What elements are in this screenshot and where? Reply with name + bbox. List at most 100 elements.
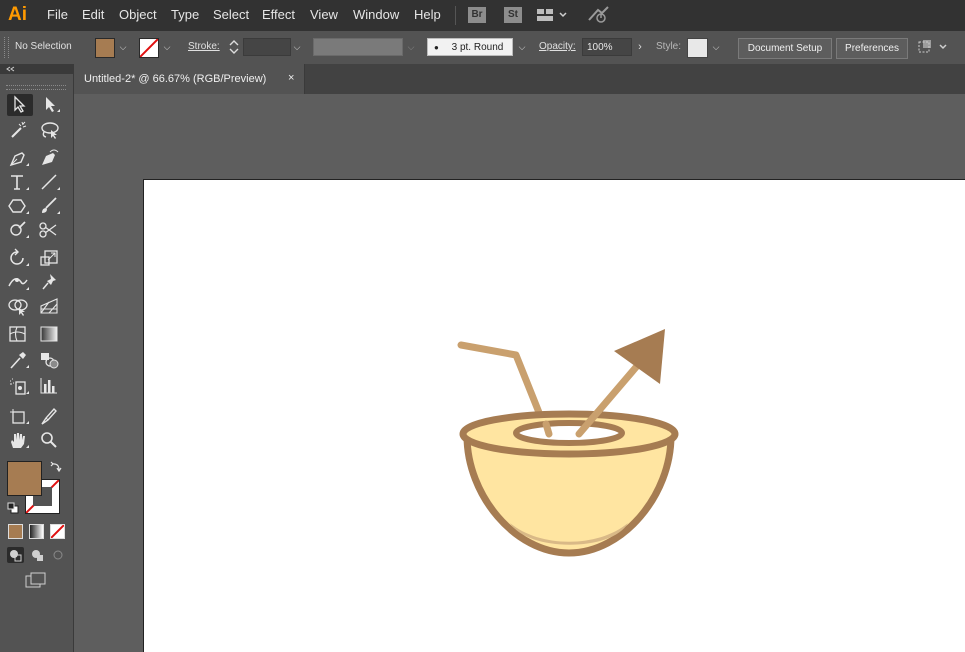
graphic-style-swatch[interactable]	[687, 38, 708, 58]
draw-behind-button[interactable]	[29, 547, 46, 563]
width-tool[interactable]	[7, 272, 33, 294]
magic-wand-tool-icon	[11, 121, 27, 138]
opacity-chevron-right-icon[interactable]: ›	[634, 39, 646, 55]
paintbrush-tool-icon	[42, 197, 60, 214]
screen-mode-button[interactable]	[24, 571, 48, 592]
paintbrush-tool[interactable]	[38, 196, 64, 218]
default-fill-stroke-icon[interactable]	[7, 502, 19, 517]
screen-mode-icon	[25, 572, 46, 588]
curvature-tool[interactable]	[38, 148, 64, 170]
opacity-field[interactable]: 100%	[582, 38, 632, 56]
width-tool-icon	[8, 278, 29, 290]
document-setup-button[interactable]: Document Setup	[738, 38, 832, 59]
shaper-tool[interactable]	[7, 220, 33, 242]
menu-type[interactable]: Type	[171, 7, 199, 22]
stroke-label[interactable]: Stroke:	[188, 41, 220, 52]
lasso-tool[interactable]	[38, 120, 64, 142]
app-logo: Ai	[8, 4, 27, 25]
profile-chevron-down-icon[interactable]: ⌵	[405, 39, 417, 55]
stroke-weight-stepper[interactable]	[228, 38, 240, 56]
line-segment-tool[interactable]	[38, 172, 64, 194]
arrange-documents-icon[interactable]	[916, 38, 952, 59]
hand-tool-icon	[11, 433, 29, 448]
stroke-weight-field[interactable]	[243, 38, 291, 56]
direct-selection-tool[interactable]	[38, 94, 64, 116]
gpu-performance-icon[interactable]	[588, 6, 610, 27]
close-icon[interactable]: ×	[288, 72, 294, 84]
line-segment-tool-icon	[41, 174, 60, 190]
control-bar: No Selection ⌵ ⌵ Stroke: ⌵ ⌵ ● 3 pt. Rou…	[0, 31, 965, 65]
eyedropper-tool[interactable]	[7, 350, 33, 372]
tools-gripper[interactable]	[6, 85, 66, 90]
scale-tool[interactable]	[38, 248, 64, 270]
gradient-tool-icon	[40, 326, 58, 342]
draw-normal-icon	[10, 550, 22, 562]
draw-inside-button[interactable]	[50, 547, 67, 563]
gradient-tool[interactable]	[38, 324, 64, 346]
document-tab[interactable]: Untitled-2* @ 66.67% (RGB/Preview) ×	[74, 64, 305, 94]
tools-panel	[0, 64, 74, 652]
collapse-panel-icon[interactable]	[4, 64, 18, 74]
bridge-icon[interactable]: Br	[468, 7, 486, 23]
selection-tool[interactable]	[7, 94, 33, 116]
menu-view[interactable]: View	[310, 7, 338, 22]
style-chevron-down-icon[interactable]: ⌵	[710, 39, 722, 55]
gradient-mode-button[interactable]	[29, 524, 44, 539]
draw-normal-button[interactable]	[7, 547, 24, 563]
artboard-tool[interactable]	[7, 406, 33, 428]
fill-chevron-down-icon[interactable]: ⌵	[117, 39, 129, 55]
blend-tool[interactable]	[38, 350, 64, 372]
none-mode-button[interactable]	[50, 524, 65, 539]
menu-file[interactable]: File	[47, 7, 68, 22]
column-graph-tool[interactable]	[38, 376, 64, 398]
lasso-tool-icon	[41, 122, 59, 139]
shape-tool[interactable]	[7, 196, 33, 218]
opacity-label[interactable]: Opacity:	[539, 41, 576, 52]
magic-wand-tool[interactable]	[7, 120, 33, 142]
brush-definition-field[interactable]: ● 3 pt. Round	[427, 38, 513, 56]
shaper-tool-icon	[10, 221, 29, 238]
brush-chevron-down-icon[interactable]: ⌵	[516, 39, 528, 55]
type-tool[interactable]	[7, 172, 33, 194]
no-color-icon	[140, 39, 158, 57]
symbol-sprayer-tool[interactable]	[7, 376, 33, 398]
menu-effect[interactable]: Effect	[262, 7, 295, 22]
menu-help[interactable]: Help	[414, 7, 441, 22]
scissors-tool[interactable]	[38, 220, 64, 242]
coconut-opening[interactable]	[513, 420, 625, 446]
stroke-weight-chevron-down-icon[interactable]: ⌵	[291, 39, 303, 55]
arrow-head[interactable]	[614, 329, 665, 384]
menu-window[interactable]: Window	[353, 7, 399, 22]
shape-builder-tool[interactable]	[7, 296, 33, 318]
perspective-grid-tool[interactable]	[38, 296, 64, 318]
hand-tool[interactable]	[7, 430, 33, 452]
blend-tool-icon	[41, 353, 59, 369]
mesh-tool-icon	[9, 326, 26, 342]
menu-edit[interactable]: Edit	[82, 7, 104, 22]
fill-color-proxy[interactable]	[7, 461, 42, 496]
artboard[interactable]	[143, 179, 965, 652]
selection-status: No Selection	[15, 41, 72, 52]
draw-inside-icon	[53, 550, 63, 560]
puppet-warp-tool[interactable]	[38, 272, 64, 294]
color-mode-button[interactable]	[8, 524, 23, 539]
workspace-layout-icon[interactable]	[537, 9, 567, 24]
menu-select[interactable]: Select	[213, 7, 249, 22]
pen-tool[interactable]	[7, 148, 33, 170]
fill-swatch[interactable]	[95, 38, 115, 58]
gripper-handle[interactable]	[4, 37, 9, 58]
slice-tool[interactable]	[38, 406, 64, 428]
stroke-chevron-down-icon[interactable]: ⌵	[161, 39, 173, 55]
coconut-drink-illustration[interactable]	[143, 179, 965, 652]
swap-fill-stroke-icon[interactable]	[50, 461, 62, 476]
pen-tool-icon	[9, 152, 29, 167]
variable-width-profile[interactable]	[313, 38, 403, 56]
zoom-tool[interactable]	[38, 430, 64, 452]
rotate-tool[interactable]	[7, 248, 33, 270]
stroke-swatch[interactable]	[139, 38, 159, 58]
preferences-button[interactable]: Preferences	[836, 38, 908, 59]
stock-icon[interactable]: St	[504, 7, 522, 23]
mesh-tool[interactable]	[7, 324, 33, 346]
rotate-tool-icon	[10, 248, 29, 266]
menu-object[interactable]: Object	[119, 7, 157, 22]
